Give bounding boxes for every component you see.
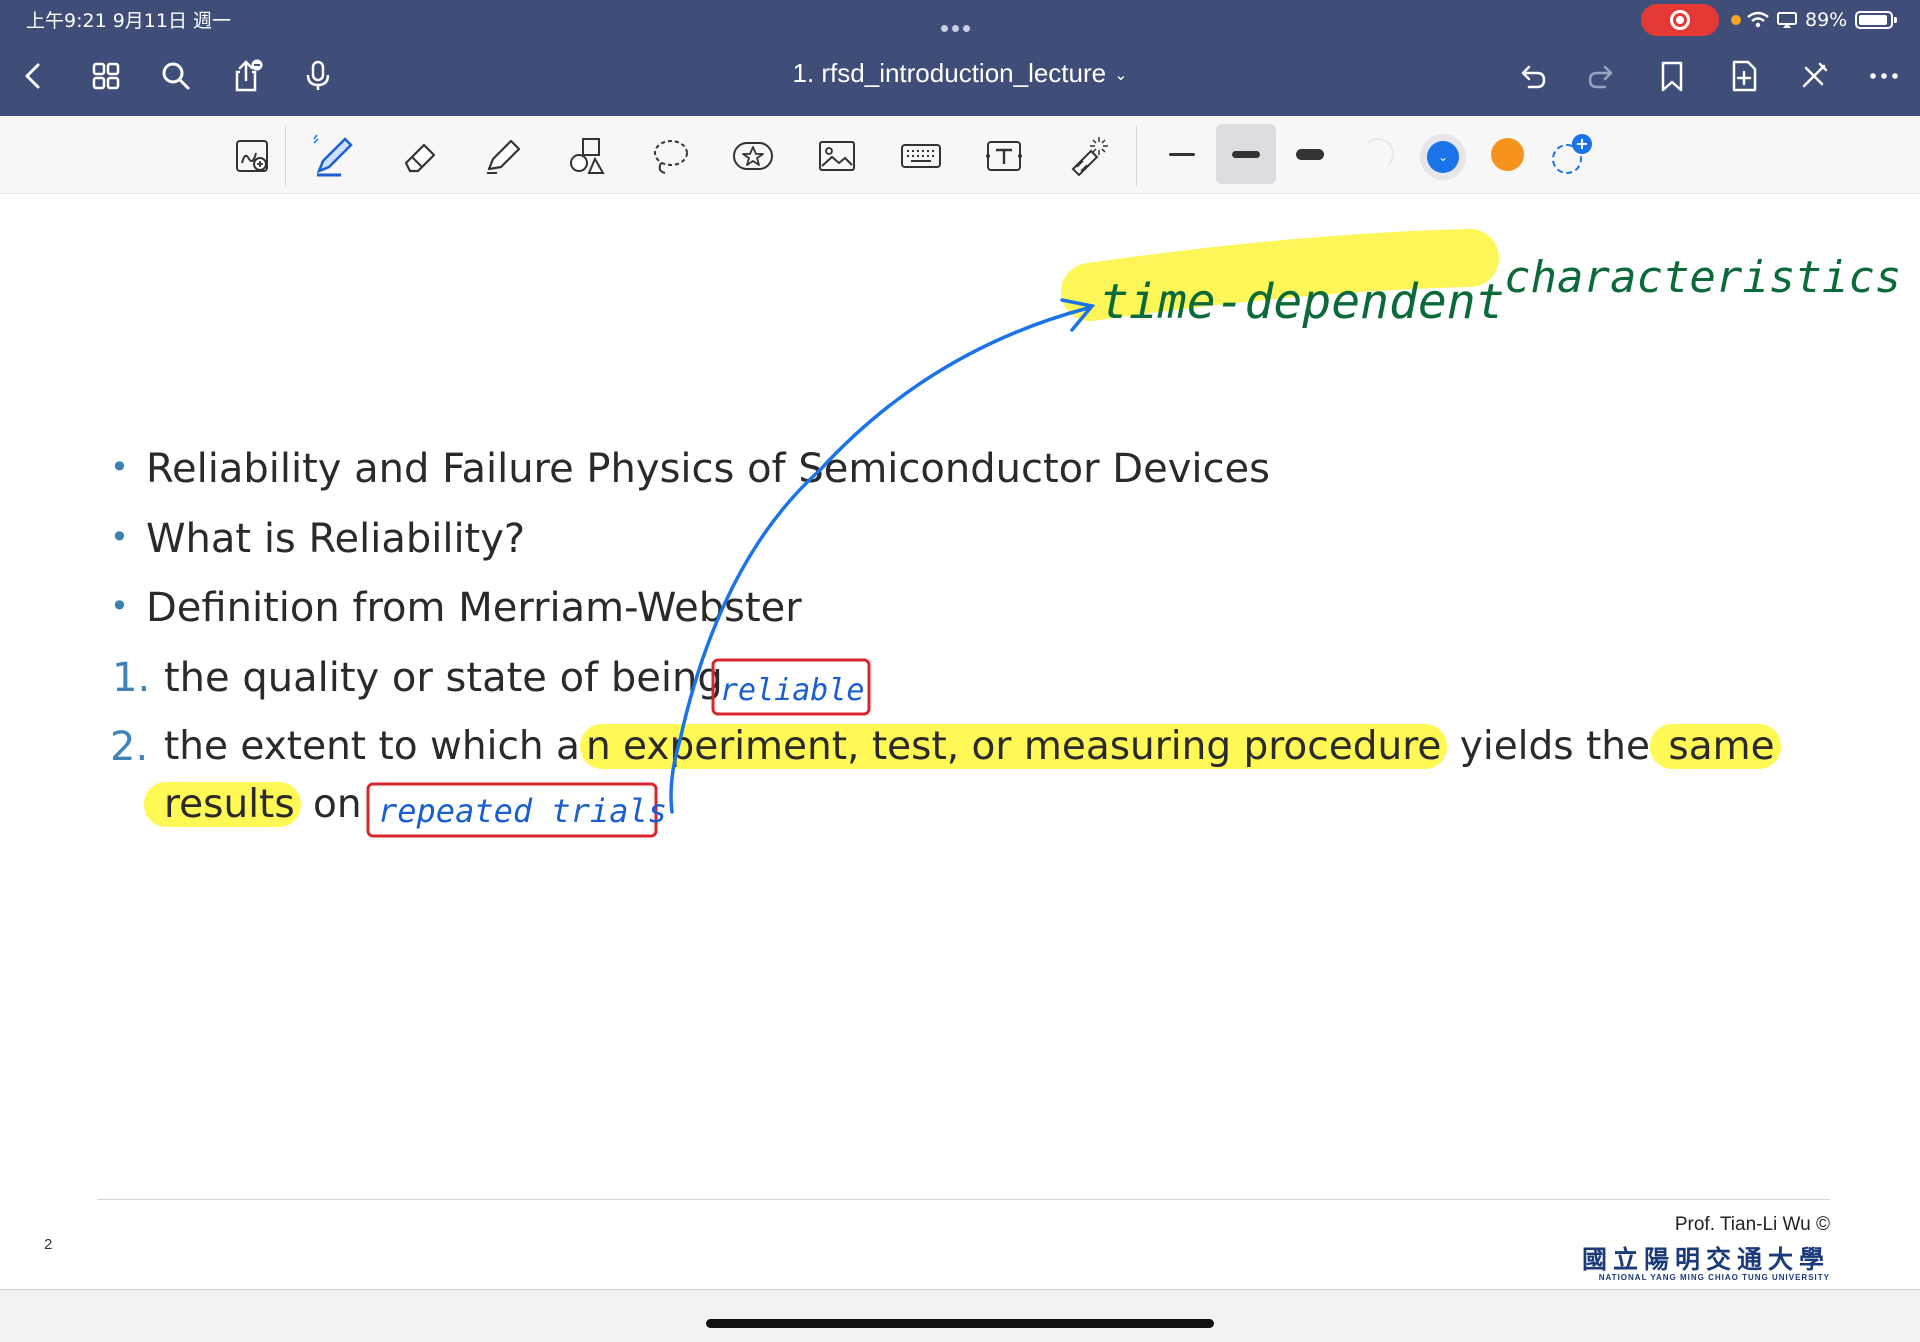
status-time: 上午9:21 9月11日 週一 [26,10,232,32]
item-2-text-c: yields the [1447,724,1650,769]
redo-icon[interactable] [1580,54,1624,98]
status-right: 89% [1747,6,1898,34]
document-title[interactable]: 1. rfsd_introduction_lecture ⌄ [700,58,1220,89]
microphone-icon[interactable] [296,54,340,98]
university-logo-cn: 國立陽明交通大學 [1582,1245,1831,1274]
bullet-2-text: What is Reliability? [146,516,526,562]
university-logo-en: NATIONAL YANG MING CHIAO TUNG UNIVERSITY [1598,1273,1830,1282]
bullet-1-text: Reliability and Failure Physics of Semic… [146,446,1270,492]
screen-recording-icon[interactable] [1641,4,1719,36]
color-swatch-blue-selected[interactable]: ⌄ [1420,134,1466,180]
color-swatch-light[interactable] [1362,138,1394,170]
shapes-icon[interactable] [560,132,612,180]
share-icon[interactable] [226,54,270,98]
home-indicator[interactable] [706,1319,1214,1328]
stroke-medium-option[interactable] [1216,124,1276,184]
add-page-icon[interactable] [1722,54,1766,98]
item-2-text-a: the extent to which a [164,724,580,769]
item-2-highlight-b: n experiment, test, or measuring procedu… [579,724,1448,769]
text-box-icon[interactable] [978,132,1030,180]
color-swatch-orange[interactable] [1491,138,1524,171]
undo-icon[interactable] [1510,54,1554,98]
bullet-dot: • [110,587,129,625]
lasso-icon[interactable] [644,132,696,180]
sticker-icon[interactable] [727,132,779,180]
more-icon[interactable] [1862,54,1906,98]
search-icon[interactable] [154,54,198,98]
close-toolbar-icon[interactable] [1792,54,1836,98]
toolbar-divider [1136,126,1137,186]
document-title-text: 1. rfsd_introduction_lecture [792,58,1107,88]
footer-divider [97,1199,1830,1200]
item-1-text: the quality or state of being [164,655,723,701]
bullet-dot: • [110,448,129,486]
multitask-dots-icon[interactable] [941,17,981,32]
item-2-highlight-d: same [1650,724,1781,769]
page-number: 2 [44,1236,53,1253]
battery-percent: 89% [1805,9,1848,31]
bottom-area [0,1289,1920,1342]
battery-icon [1855,11,1898,29]
pen-icon[interactable] [308,132,360,180]
author-credit: Prof. Tian-Li Wu © [1674,1214,1830,1235]
keyboard-icon[interactable] [895,132,947,180]
laser-pointer-icon[interactable] [1062,132,1114,180]
chevron-down-icon: ⌄ [1427,141,1459,173]
item-2-line-2: results on [144,782,362,827]
mic-indicator-icon [1731,15,1741,25]
back-icon[interactable] [12,54,56,98]
thumbnails-icon[interactable] [84,54,128,98]
bookmark-icon[interactable] [1650,54,1694,98]
bullet-3-text: Definition from Merriam-Webster [146,585,802,631]
chevron-down-icon: ⌄ [1114,67,1128,85]
item-1-number: 1. [112,655,151,701]
item-2-text-f: on [300,782,362,827]
app-header: 上午9:21 9月11日 週一 89% 1. rfsd_introduction… [0,0,1920,116]
wifi-icon [1747,11,1769,28]
item-2-line-1: the extent to which an experiment, test,… [164,724,1781,769]
stroke-thick-option[interactable] [1280,124,1340,184]
image-icon[interactable] [811,132,863,180]
item-2-number: 2. [110,724,149,770]
item-2-highlight-e: results [144,782,301,827]
bullet-dot: • [110,518,129,556]
eraser-icon[interactable] [393,132,445,180]
drawing-toolbar: ⌄ + [0,116,1920,194]
toolbar-divider [285,126,286,186]
highlighter-icon[interactable] [476,132,528,180]
add-color-icon[interactable]: + [1550,134,1592,176]
stroke-thin-option[interactable] [1152,124,1212,184]
scan-icon[interactable] [226,132,278,180]
airplay-icon [1777,12,1797,28]
